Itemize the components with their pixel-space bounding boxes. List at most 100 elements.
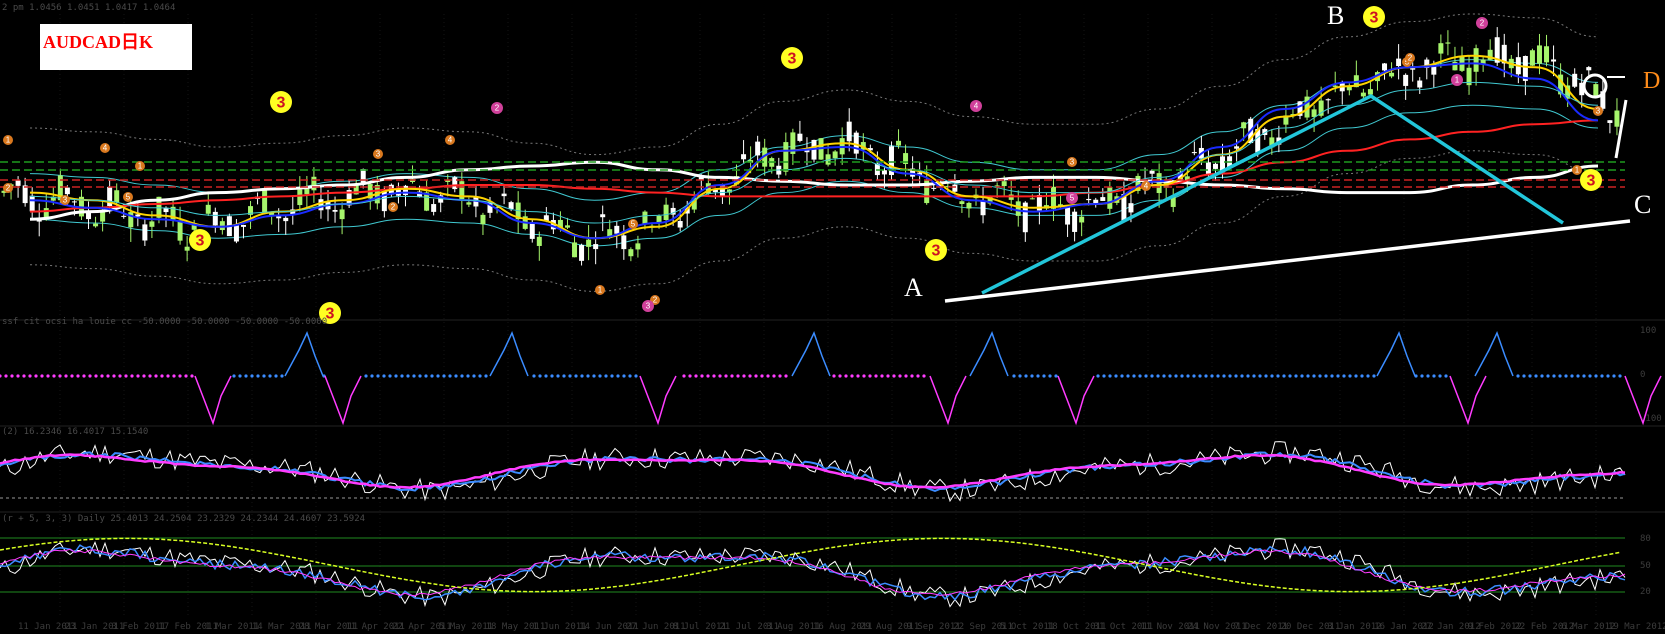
candle-body	[1360, 92, 1366, 97]
osc1-dot	[472, 374, 476, 378]
osc1-dot	[466, 374, 470, 378]
candle-body	[466, 202, 472, 205]
osc1-dot	[424, 374, 428, 378]
osc1-dot	[1330, 374, 1334, 378]
osc1-dot	[394, 374, 398, 378]
magenta-marker-label: 5	[1070, 194, 1075, 203]
candle-body	[1205, 162, 1211, 174]
candle-body	[184, 246, 190, 251]
candle-body	[177, 220, 183, 241]
candle-body	[1149, 170, 1155, 174]
osc1-dot	[532, 374, 536, 378]
osc1-dot	[1156, 374, 1160, 378]
candle-body	[931, 187, 937, 189]
osc1-dot	[1528, 374, 1532, 378]
candle-body	[15, 180, 21, 186]
osc1-dot	[1042, 374, 1046, 378]
candle-body	[1325, 99, 1331, 101]
osc1-dot	[1168, 374, 1172, 378]
osc1-dot	[280, 374, 284, 378]
osc1-dot	[58, 374, 62, 378]
point-label-b: B	[1327, 1, 1344, 30]
magenta-marker-label: 2	[1480, 19, 1485, 28]
osc1-dot	[1120, 374, 1124, 378]
osc1-dot	[838, 374, 842, 378]
osc1-dot	[538, 374, 542, 378]
magenta-marker-label: 3	[646, 302, 651, 311]
candle-body	[1001, 181, 1007, 187]
osc1-dot	[70, 374, 74, 378]
white-short-line	[1614, 99, 1628, 159]
candle-body	[1586, 67, 1592, 71]
osc1-dot	[1432, 374, 1436, 378]
pattern-markers: 3333333123451234512345123234512	[3, 6, 1603, 324]
osc1-peak-up	[791, 331, 831, 377]
osc1-dot	[1540, 374, 1544, 378]
osc1-dot	[1030, 374, 1034, 378]
osc1-dot	[1552, 374, 1556, 378]
osc1-dot	[256, 374, 260, 378]
osc1-dot	[436, 374, 440, 378]
panel-header: 2 pm 1.0456 1.0451 1.0417 1.0464	[2, 3, 175, 13]
osc1-dot	[28, 374, 32, 378]
osc1-dot	[244, 374, 248, 378]
osc1-dot	[1276, 374, 1280, 378]
candle-body	[677, 221, 683, 228]
count-badge-label: 3	[788, 51, 797, 68]
count-badge-label: 3	[277, 95, 286, 112]
candle-body	[966, 202, 972, 209]
osc1-dot	[1036, 374, 1040, 378]
x-tick-label: 19 Mar 2012	[1608, 622, 1665, 632]
candle-body	[572, 242, 578, 258]
candle-body	[473, 197, 479, 207]
osc1-dot	[922, 374, 926, 378]
osc1-dot	[1174, 374, 1178, 378]
osc1-dot	[1576, 374, 1580, 378]
candle-body	[1029, 198, 1035, 200]
osc1-dot	[1426, 374, 1430, 378]
osc1-dot	[4, 374, 8, 378]
osc1-dot	[1222, 374, 1226, 378]
osc1-dot	[478, 374, 482, 378]
orange-marker-label: 2	[6, 184, 11, 193]
osc1-dot	[1606, 374, 1610, 378]
osc1-dot	[856, 374, 860, 378]
osc1-dot	[1228, 374, 1232, 378]
candle-body	[1536, 45, 1542, 64]
candle-body	[1607, 120, 1613, 123]
osc1-dot	[562, 374, 566, 378]
candle-body	[114, 190, 120, 203]
osc1-dot	[88, 374, 92, 378]
osc1-dot	[1282, 374, 1286, 378]
osc1-dot	[454, 374, 458, 378]
candle-body	[755, 141, 761, 156]
candle-body	[1128, 203, 1134, 213]
osc1-dot	[130, 374, 134, 378]
osc1-dot	[1600, 374, 1604, 378]
chart-title: AUDCAD日K	[43, 32, 153, 52]
candle-body	[1086, 198, 1092, 201]
osc1-dot	[694, 374, 698, 378]
osc1-dot	[898, 374, 902, 378]
osc1-dot	[730, 374, 734, 378]
candle-body	[741, 154, 747, 160]
osc1-dot	[22, 374, 26, 378]
osc1-dot	[382, 374, 386, 378]
candle-body	[29, 195, 35, 212]
osc1-dot	[388, 374, 392, 378]
oscillator-panels	[0, 331, 1662, 608]
osc1-dot	[1024, 374, 1028, 378]
osc1-dot	[1354, 374, 1358, 378]
point-label-d: D	[1643, 68, 1660, 94]
osc1-peak-up	[1474, 331, 1514, 377]
candle-body	[1072, 211, 1078, 232]
osc1-dot	[160, 374, 164, 378]
candle-body	[1473, 48, 1479, 72]
osc1-dot	[586, 374, 590, 378]
band-inner-lower	[29, 104, 1599, 247]
osc1-dot	[766, 374, 770, 378]
candle-body	[896, 140, 902, 146]
osc1-dot	[64, 374, 68, 378]
osc1-dot	[712, 374, 716, 378]
osc1-peak-up	[1376, 331, 1416, 377]
